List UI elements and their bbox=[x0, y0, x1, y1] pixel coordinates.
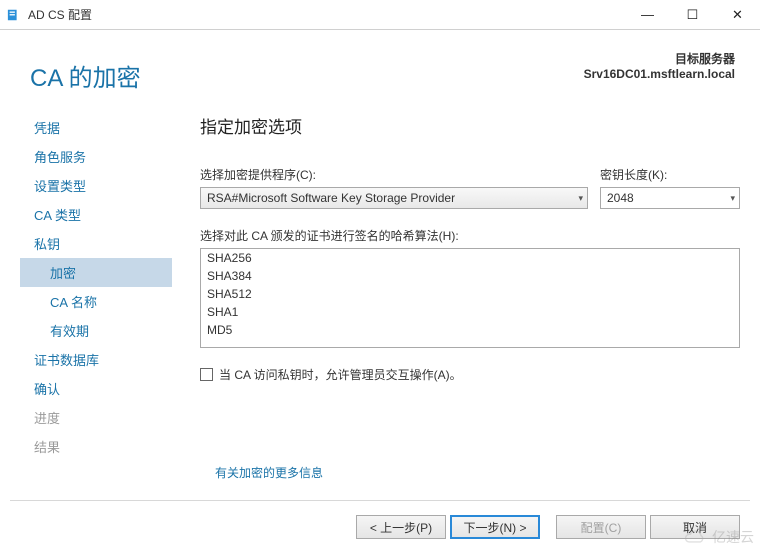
provider-keylen-row: 选择加密提供程序(C): RSA#Microsoft Software Key … bbox=[200, 166, 740, 209]
provider-value: RSA#Microsoft Software Key Storage Provi… bbox=[207, 191, 455, 205]
list-item[interactable]: SHA1 bbox=[201, 303, 739, 321]
sidebar-item-ca-type[interactable]: CA 类型 bbox=[20, 200, 180, 229]
sidebar-item-setup-type[interactable]: 设置类型 bbox=[20, 171, 180, 200]
hash-label: 选择对此 CA 颁发的证书进行签名的哈希算法(H): bbox=[200, 227, 740, 244]
keylen-dropdown[interactable]: 2048 ▾ bbox=[600, 187, 740, 209]
watermark-text: 亿速云 bbox=[712, 527, 754, 547]
provider-dropdown[interactable]: RSA#Microsoft Software Key Storage Provi… bbox=[200, 187, 588, 209]
keylen-label: 密钥长度(K): bbox=[600, 166, 740, 183]
chevron-down-icon: ▾ bbox=[578, 193, 583, 204]
window-controls: — ☐ ✕ bbox=[625, 0, 760, 30]
list-item[interactable]: SHA256 bbox=[201, 249, 739, 267]
sidebar-item-ca-name[interactable]: CA 名称 bbox=[20, 287, 180, 316]
sidebar-item-progress: 进度 bbox=[20, 403, 180, 432]
keylen-field: 密钥长度(K): 2048 ▾ bbox=[600, 166, 740, 209]
list-item[interactable]: MD5 bbox=[201, 321, 739, 339]
sidebar-item-confirmation[interactable]: 确认 bbox=[20, 374, 180, 403]
keylen-value: 2048 bbox=[607, 191, 634, 205]
footer: < 上一步(P) 下一步(N) > 配置(C) 取消 bbox=[0, 501, 760, 553]
sidebar-item-role-services[interactable]: 角色服务 bbox=[20, 142, 180, 171]
admin-interaction-checkbox[interactable] bbox=[200, 368, 213, 381]
more-info-link[interactable]: 有关加密的更多信息 bbox=[215, 464, 323, 481]
next-button[interactable]: 下一步(N) > bbox=[450, 515, 540, 539]
main-panel: 指定加密选项 选择加密提供程序(C): RSA#Microsoft Softwa… bbox=[180, 113, 740, 461]
sidebar: 凭据 角色服务 设置类型 CA 类型 私钥 加密 CA 名称 有效期 证书数据库… bbox=[20, 113, 180, 461]
close-button[interactable]: ✕ bbox=[715, 0, 760, 30]
checkbox-label: 当 CA 访问私钥时，允许管理员交互操作(A)。 bbox=[219, 366, 462, 383]
previous-button[interactable]: < 上一步(P) bbox=[356, 515, 446, 539]
maximize-button[interactable]: ☐ bbox=[670, 0, 715, 30]
main-heading: 指定加密选项 bbox=[200, 113, 740, 138]
body: 凭据 角色服务 设置类型 CA 类型 私钥 加密 CA 名称 有效期 证书数据库… bbox=[0, 93, 760, 461]
chevron-down-icon: ▾ bbox=[730, 193, 735, 204]
titlebar-title: AD CS 配置 bbox=[28, 6, 92, 23]
target-label-text: 目标服务器 bbox=[584, 50, 735, 67]
hash-listbox[interactable]: SHA256 SHA384 SHA512 SHA1 MD5 bbox=[200, 248, 740, 348]
app-icon bbox=[6, 7, 22, 23]
cloud-icon bbox=[680, 527, 708, 547]
header: 目标服务器 Srv16DC01.msftlearn.local CA 的加密 bbox=[0, 30, 760, 93]
sidebar-item-private-key[interactable]: 私钥 bbox=[20, 229, 180, 258]
titlebar: AD CS 配置 — ☐ ✕ bbox=[0, 0, 760, 30]
target-server-value: Srv16DC01.msftlearn.local bbox=[584, 67, 735, 81]
target-server-label: 目标服务器 Srv16DC01.msftlearn.local bbox=[584, 50, 735, 81]
provider-field: 选择加密提供程序(C): RSA#Microsoft Software Key … bbox=[200, 166, 588, 209]
configure-button: 配置(C) bbox=[556, 515, 646, 539]
provider-label: 选择加密提供程序(C): bbox=[200, 166, 588, 183]
watermark: 亿速云 bbox=[680, 527, 754, 547]
sidebar-item-results: 结果 bbox=[20, 432, 180, 461]
sidebar-item-validity-period[interactable]: 有效期 bbox=[20, 316, 180, 345]
list-item[interactable]: SHA384 bbox=[201, 267, 739, 285]
sidebar-item-cryptography[interactable]: 加密 bbox=[20, 258, 180, 287]
checkbox-row: 当 CA 访问私钥时，允许管理员交互操作(A)。 bbox=[200, 366, 740, 383]
minimize-button[interactable]: — bbox=[625, 0, 670, 30]
list-item[interactable]: SHA512 bbox=[201, 285, 739, 303]
sidebar-item-cert-database[interactable]: 证书数据库 bbox=[20, 345, 180, 374]
sidebar-item-credentials[interactable]: 凭据 bbox=[20, 113, 180, 142]
